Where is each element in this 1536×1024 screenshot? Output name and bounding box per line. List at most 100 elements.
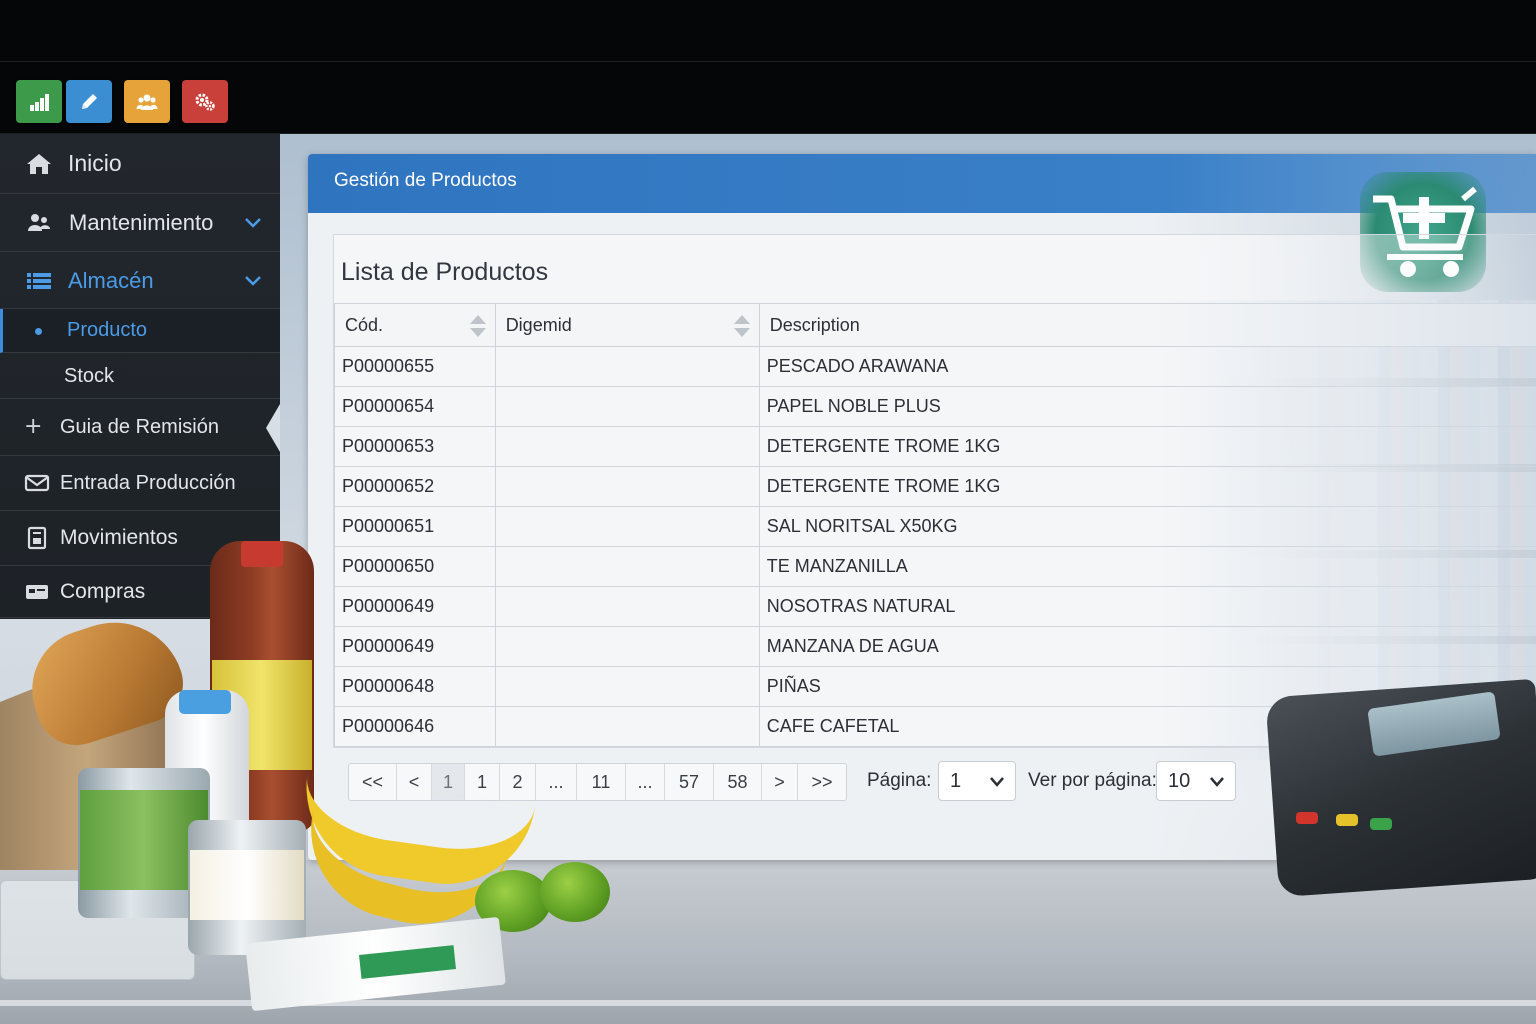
sidebar-item-label: Almacén [68,267,154,293]
gears-icon [195,93,215,111]
page-ellipsis: ... [536,764,577,800]
sidebar-item-guia-de-remision[interactable]: + Guia de Remisión [0,400,280,456]
edit-button[interactable] [66,80,112,123]
page-select-label: Página: [867,770,932,791]
active-bullet [35,328,42,335]
cell-code: P00000652 [334,466,496,507]
sort-icon[interactable] [469,313,487,339]
table-row[interactable]: P00000652 DETERGENTE TROME 1KG [334,466,1536,507]
cell-description: TE MANZANILLA [758,546,1536,587]
bottle-cap-image [241,541,283,567]
column-header-description[interactable]: Description [758,303,1536,347]
table-row[interactable]: P00000651 SAL NORITSAL X50KG [334,506,1536,547]
terminal-key-green [1370,818,1392,830]
terminal-key-yellow [1336,814,1358,826]
envelope-icon [22,470,52,496]
cell-code: P00000653 [334,426,496,467]
cell-description: DETERGENTE TROME 1KG [758,426,1536,467]
cell-description: MANZANA DE AGUA [758,626,1536,667]
plus-icon: + [24,414,43,439]
sidebar-subitem-producto[interactable]: Producto [0,309,280,353]
sidebar-active-notch [266,404,280,452]
column-header-label: Description [769,314,860,335]
cell-description: PAPEL NOBLE PLUS [758,386,1536,427]
terminal-key-red [1296,812,1318,824]
table-row[interactable]: P00000653 DETERGENTE TROME 1KG [334,426,1536,467]
page-select-value: 1 [950,770,962,792]
page-ellipsis: ... [626,764,665,800]
per-page-select[interactable]: 10 [1156,761,1236,801]
users-icon [136,94,158,110]
sidebar-item-label: Producto [67,319,148,341]
page-select[interactable]: 1 [938,761,1016,801]
cell-digemid [494,386,760,427]
cell-digemid [494,466,760,507]
cell-code: P00000651 [334,506,496,547]
users-button[interactable] [124,80,170,123]
cell-code: P00000655 [334,346,496,387]
table-row[interactable]: P00000649 MANZANA DE AGUA [334,626,1536,667]
page-number-button[interactable]: 2 [500,764,536,800]
panel-title: Gestión de Productos [334,170,517,191]
per-page-label: Ver por página: [1028,770,1157,791]
sidebar-item-almacen[interactable]: Almacén [0,253,280,309]
sidebar-item-label: Entrada Producción [60,471,236,494]
cell-description: DETERGENTE TROME 1KG [758,466,1536,507]
cell-digemid [494,706,760,747]
cell-digemid [494,346,760,387]
cell-description: SAL NORITSAL X50KG [758,506,1536,547]
cell-digemid [494,586,760,627]
sidebar-subitem-stock[interactable]: Stock [0,354,280,399]
table-row[interactable]: P00000655 PESCADO ARAWANA [334,346,1536,387]
sidebar-item-inicio[interactable]: Inicio [0,134,280,194]
bar-chart-icon [30,93,49,111]
page-number-button[interactable]: 58 [714,764,762,800]
sidebar-item-mantenimiento[interactable]: Mantenimiento [0,195,280,252]
page-number-button[interactable]: 11 [577,764,626,800]
chevron-down-icon [245,275,261,286]
cell-digemid [494,666,760,707]
sidebar-item-label: Inicio [68,150,122,176]
sidebar-item-entrada-produccion[interactable]: Entrada Producción [0,456,280,511]
cell-digemid [494,506,760,547]
column-header-code[interactable]: Cód. [334,303,496,347]
cell-code: P00000648 [334,666,496,707]
cell-digemid [494,626,760,667]
pencil-icon [82,93,97,109]
table-header-row: Cód. Digemid Description [334,303,1536,347]
settings-button[interactable] [182,80,228,123]
sort-icon[interactable] [733,313,751,339]
sidebar-item-label: Movimientos [60,526,178,549]
cell-digemid [494,546,760,587]
column-header-label: Digemid [505,314,572,335]
page-number-button[interactable]: 57 [665,764,714,800]
cell-description: PESCADO ARAWANA [758,346,1536,387]
milk-cap-image [179,690,231,714]
table-row[interactable]: P00000649 NOSOTRAS NATURAL [334,586,1536,627]
users-icon [24,210,54,236]
sidebar-item-label: Mantenimiento [69,210,214,235]
card-icon [22,579,52,605]
home-icon [24,151,54,177]
per-page-value: 10 [1168,770,1191,792]
column-header-digemid[interactable]: Digemid [494,303,760,347]
list-icon [24,268,54,294]
lime-image [540,862,610,922]
page-number-button[interactable]: 1 [465,764,500,800]
cell-digemid [494,426,760,467]
cell-description: NOSOTRAS NATURAL [758,586,1536,627]
table-row[interactable]: P00000654 PAPEL NOBLE PLUS [334,386,1536,427]
counter-edge [0,1000,1536,1006]
chevron-down-icon [245,218,261,228]
top-bar [0,0,1536,134]
cell-code: P00000646 [334,706,496,747]
list-title: Lista de Productos [341,258,549,286]
sidebar-item-label: Stock [64,364,115,387]
table-row[interactable]: P00000650 TE MANZANILLA [334,546,1536,587]
page-next-button[interactable]: > [762,764,798,800]
page-last-button[interactable]: >> [798,764,846,800]
cell-code: P00000649 [334,626,496,667]
stats-button[interactable] [16,80,62,123]
cell-code: P00000654 [334,386,496,427]
top-bar-divider [0,61,1536,62]
